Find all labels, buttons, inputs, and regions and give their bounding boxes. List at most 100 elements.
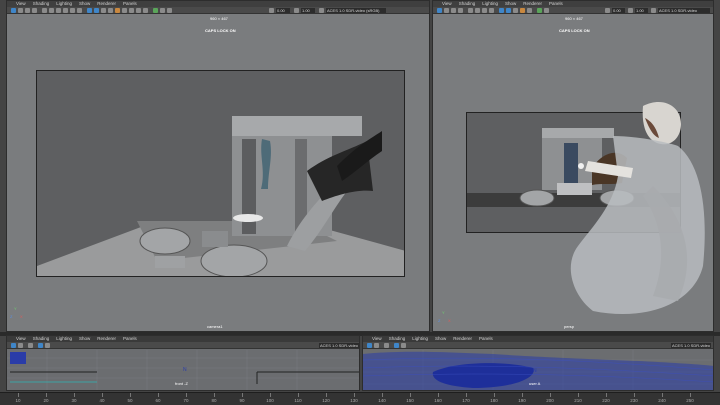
grid-icon[interactable]	[42, 8, 47, 13]
time-slider-tick-label: 110	[294, 398, 302, 403]
color-management-icon[interactable]	[651, 8, 656, 13]
character-render	[570, 102, 705, 314]
lights-icon[interactable]	[115, 8, 120, 13]
view-transform-dropdown[interactable]: ACES 1.0 SDR-video (sRGB)	[671, 343, 711, 348]
wireframe-icon[interactable]	[499, 8, 504, 13]
exposure-field[interactable]: 0.00	[276, 8, 290, 13]
grid-icon[interactable]	[468, 8, 473, 13]
field-chart-icon[interactable]	[70, 8, 75, 13]
time-slider-tick-label: 150	[406, 398, 414, 403]
time-slider-tick	[606, 393, 607, 397]
view-transform-dropdown[interactable]: ACES 1.0 SDR-video	[658, 8, 710, 13]
time-slider-tick-label: 240	[658, 398, 666, 403]
gamma-field[interactable]: 1.00	[635, 8, 648, 13]
time-slider-tick	[130, 393, 131, 397]
time-slider-tick-label: 90	[239, 398, 245, 403]
viewport-left[interactable]: View Shading Lighting Show Renderer Pane…	[6, 0, 430, 332]
time-slider-tick-label: 60	[155, 398, 161, 403]
textured-icon[interactable]	[45, 343, 50, 348]
gamma-icon[interactable]	[628, 8, 633, 13]
xray-icon[interactable]	[160, 8, 165, 13]
gamma-field[interactable]: 1.00	[301, 8, 315, 13]
time-slider-tick	[410, 393, 411, 397]
wireframe-icon[interactable]	[38, 343, 43, 348]
camera-attributes-icon[interactable]	[18, 8, 23, 13]
time-slider-tick-label: 50	[127, 398, 133, 403]
viewport-right[interactable]: View Shading Lighting Show Renderer Pane…	[432, 0, 714, 332]
image-plane-icon[interactable]	[458, 8, 463, 13]
textured-icon[interactable]	[108, 8, 113, 13]
time-slider-tick	[298, 393, 299, 397]
grid-icon[interactable]	[28, 343, 33, 348]
resolution-gate-icon[interactable]	[56, 8, 61, 13]
motion-blur-icon[interactable]	[136, 8, 141, 13]
anti-aliasing-icon[interactable]	[143, 8, 148, 13]
film-gate-icon[interactable]	[475, 8, 480, 13]
isolate-select-icon[interactable]	[537, 8, 542, 13]
time-slider[interactable]: 10 20 30 40 50 60 70 80 90 100 110 120 130 140 150 160 1…	[0, 392, 720, 405]
time-slider-tick-label: 20	[43, 398, 49, 403]
select-camera-icon[interactable]	[11, 8, 16, 13]
resolution-gate-icon[interactable]	[482, 8, 487, 13]
viewport-right-toolbar: 0.00 1.00 ACES 1.0 SDR-video	[433, 7, 713, 14]
view-transform-dropdown[interactable]: ACES 1.0 SDR-video (sRGB)	[326, 8, 386, 13]
shadows-icon[interactable]	[527, 8, 532, 13]
camera-attributes-icon[interactable]	[18, 343, 23, 348]
time-slider-tick-label: 130	[350, 398, 358, 403]
grid-icon[interactable]	[384, 343, 389, 348]
gate-mask-icon[interactable]	[63, 8, 68, 13]
textured-icon[interactable]	[401, 343, 406, 348]
svg-text:N: N	[533, 368, 537, 374]
time-slider-tick	[578, 393, 579, 397]
bookmark-icon[interactable]	[25, 8, 30, 13]
wireframe-on-shaded-icon[interactable]	[101, 8, 106, 13]
isolate-select-icon[interactable]	[153, 8, 158, 13]
time-slider-tick	[158, 393, 159, 397]
image-plane-icon[interactable]	[32, 8, 37, 13]
select-camera-icon[interactable]	[367, 343, 372, 348]
gate-mask-icon[interactable]	[489, 8, 494, 13]
time-slider-tick	[214, 393, 215, 397]
graph-panel-left[interactable]: View Shading Lighting Show Renderer Pane…	[6, 335, 360, 391]
time-slider-tick-label: 250	[686, 398, 694, 403]
smooth-shade-icon[interactable]	[94, 8, 99, 13]
exposure-field[interactable]: 0.00	[612, 8, 625, 13]
bookmark-icon[interactable]	[451, 8, 456, 13]
time-slider-tick	[354, 393, 355, 397]
xray-icon[interactable]	[544, 8, 549, 13]
color-management-icon[interactable]	[319, 8, 324, 13]
scene-render	[37, 116, 404, 276]
time-slider-tick-label: 220	[602, 398, 610, 403]
view-transform-dropdown[interactable]: ACES 1.0 SDR-video (sRGB)	[319, 343, 359, 348]
xray-joints-icon[interactable]	[167, 8, 172, 13]
ambient-occlusion-icon[interactable]	[129, 8, 134, 13]
time-slider-tick-label: 80	[211, 398, 217, 403]
select-camera-icon[interactable]	[11, 343, 16, 348]
time-slider-tick	[662, 393, 663, 397]
graph-panel-right[interactable]: View Shading Lighting Show Renderer Pane…	[362, 335, 714, 391]
shadows-icon[interactable]	[122, 8, 127, 13]
time-slider-tick	[18, 393, 19, 397]
time-slider-tick	[690, 393, 691, 397]
time-slider-tick	[634, 393, 635, 397]
smooth-shade-icon[interactable]	[506, 8, 511, 13]
time-slider-tick	[242, 393, 243, 397]
svg-text:N: N	[183, 367, 187, 373]
gamma-icon[interactable]	[294, 8, 299, 13]
time-slider-tick-label: 200	[546, 398, 554, 403]
camera-attributes-icon[interactable]	[374, 343, 379, 348]
camera-attributes-icon[interactable]	[444, 8, 449, 13]
film-gate-icon[interactable]	[49, 8, 54, 13]
safe-action-icon[interactable]	[77, 8, 82, 13]
ortho-camera-name: front -Z	[175, 381, 188, 386]
time-slider-tick-label: 30	[71, 398, 77, 403]
wireframe-icon[interactable]	[87, 8, 92, 13]
exposure-icon[interactable]	[605, 8, 610, 13]
resolution-readout: 960 × 467	[565, 16, 583, 21]
exposure-icon[interactable]	[269, 8, 274, 13]
wireframe-icon[interactable]	[394, 343, 399, 348]
select-camera-icon[interactable]	[437, 8, 442, 13]
time-slider-tick	[46, 393, 47, 397]
lights-icon[interactable]	[520, 8, 525, 13]
textured-icon[interactable]	[513, 8, 518, 13]
